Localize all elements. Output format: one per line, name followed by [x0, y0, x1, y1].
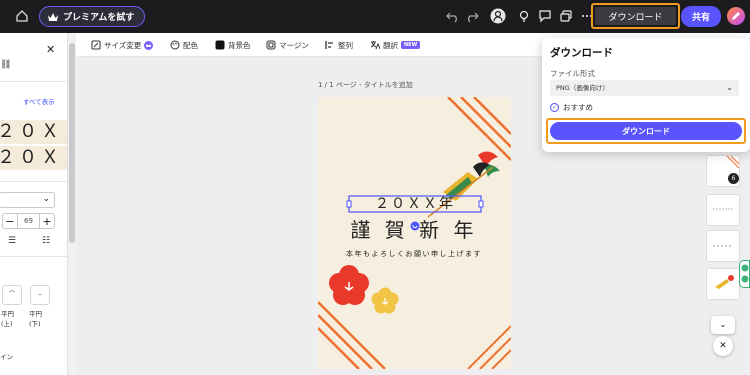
page-thumbnail[interactable]: 6 [706, 155, 740, 187]
line-spacing-icon[interactable]: ☷ [42, 236, 50, 246]
file-format-label: ファイル形式 [550, 69, 595, 78]
copy-icon[interactable] [559, 9, 573, 23]
download-button-highlight: ダウンロード [546, 118, 746, 144]
undo-icon[interactable] [446, 9, 460, 23]
arc-down-label: 平円(下) [29, 310, 42, 328]
resize-label: サイズ変更 [104, 40, 142, 50]
arc-up-label: 平円(上) [1, 310, 14, 328]
top-stripes [447, 97, 511, 161]
link-icon[interactable]: ⛓ [0, 60, 11, 70]
close-icon: ✕ [719, 341, 727, 351]
download-top-label: ダウンロード [608, 12, 663, 23]
panel-divider [0, 256, 67, 257]
margin-label: マージン [279, 40, 309, 50]
resize-icon [91, 40, 101, 50]
check-circle-icon: ✓ [550, 103, 559, 112]
bottom-right-stripes [467, 325, 511, 369]
recommended-label: おすすめ [563, 103, 593, 112]
download-button[interactable]: ダウンロード [550, 122, 742, 140]
font-size-value[interactable]: 69 [17, 214, 40, 228]
page-thumbnail[interactable] [706, 194, 740, 226]
arc-up-option[interactable]: ⌒ [2, 285, 22, 305]
recommended-note: ✓ おすすめ [550, 102, 593, 113]
redo-icon[interactable] [465, 9, 479, 23]
year-text[interactable]: ２０ＸＸ年 [349, 195, 481, 213]
download-top-highlight: ダウンロード [591, 3, 680, 29]
download-top-button[interactable]: ダウンロード [595, 7, 676, 25]
background-swatch-icon [215, 40, 225, 50]
font-select[interactable]: ⌄ [0, 192, 55, 208]
align-label: 整列 [338, 40, 353, 50]
left-panel-scrollthumb[interactable] [69, 43, 75, 243]
background-color-tool[interactable]: 背景色 [215, 38, 251, 52]
margin-icon [266, 40, 276, 50]
margin-tool[interactable]: マージン [266, 38, 309, 52]
palette-icon [170, 40, 180, 50]
font-sample[interactable]: ２０ＸＸ [0, 146, 67, 170]
line-label: イン [0, 353, 13, 361]
side-tab[interactable] [739, 260, 750, 288]
premium-trial-label: プレミアムを試す [63, 13, 135, 23]
avatar[interactable] [727, 7, 745, 25]
translate-tool[interactable]: 翻訳 NEW [370, 38, 421, 52]
file-format-select[interactable]: PNG（画像向け） ⌄ [550, 80, 739, 96]
see-all-link[interactable]: すべて表示 [23, 96, 55, 106]
close-icon[interactable]: ✕ [46, 43, 55, 56]
app-root: プレミアムを試す ダウンロード 共有 ✕ ⛓ すべて表示 ２０ＸＸ ２０ＸＸ ⌄ [0, 0, 750, 375]
user-icon[interactable] [490, 8, 506, 24]
align-tool[interactable]: 整列 [325, 38, 353, 52]
new-badge: NEW [401, 41, 421, 49]
panel-divider [0, 81, 67, 82]
color-scheme-label: 配色 [183, 40, 198, 50]
page-thumbnail[interactable] [706, 230, 740, 262]
side-tab-icons [741, 264, 749, 283]
premium-trial-button[interactable]: プレミアムを試す [39, 6, 146, 27]
home-icon[interactable] [15, 9, 29, 23]
chevron-down-icon: ⌄ [719, 320, 727, 329]
top-bar: プレミアムを試す ダウンロード 共有 [0, 0, 750, 33]
design-page[interactable]: ２０ＸＸ年 謹 賀 新 年 本年もよろしくお願い申し上げます [318, 97, 511, 369]
arc-down-option[interactable]: ⌣ [30, 285, 50, 305]
crown-icon [48, 12, 58, 21]
color-scheme-tool[interactable]: 配色 [170, 38, 198, 52]
comment-icon[interactable] [538, 9, 552, 23]
font-sample[interactable]: ２０ＸＸ [0, 120, 67, 144]
left-panel: ✕ ⛓ すべて表示 ２０ＸＸ ２０ＸＸ ⌄ − 69 + ☰ ☷ ⌒ ⌣ 平円(… [0, 33, 68, 375]
download-button-label: ダウンロード [622, 126, 670, 136]
file-format-value: PNG（画像向け） [556, 84, 609, 92]
chevron-down-icon: ⌄ [726, 83, 733, 92]
bottom-stripes [318, 301, 386, 369]
panel-divider [0, 181, 67, 182]
list-icon[interactable]: ☰ [8, 236, 16, 246]
thumbnail-preview [713, 245, 733, 247]
download-popup: ダウンロード ファイル形式 PNG（画像向け） ⌄ ✓ おすすめ ダウンロード [542, 38, 750, 152]
translate-label: 翻訳 [383, 40, 398, 50]
share-label: 共有 [691, 13, 710, 23]
thumbnail-preview [715, 275, 734, 289]
decrease-button[interactable]: − [3, 215, 17, 228]
thumbnail-preview [713, 208, 733, 210]
bulb-icon[interactable] [517, 9, 531, 23]
chevron-down-icon: ⌄ [42, 194, 50, 204]
resize-tool[interactable]: サイズ変更 [91, 38, 154, 52]
greeting-text[interactable]: 謹 賀 新 年 [334, 217, 494, 243]
popup-title: ダウンロード [550, 47, 613, 59]
translate-icon [370, 41, 380, 50]
page-count-badge: 6 [728, 173, 739, 184]
pencil-icon [732, 12, 740, 20]
message-text[interactable]: 本年もよろしくお願い申し上げます [334, 249, 494, 259]
collapse-thumbnails-button[interactable]: ⌄ [711, 316, 735, 334]
page-thumbnail[interactable] [706, 268, 740, 300]
increase-button[interactable]: + [40, 215, 54, 228]
page-label[interactable]: 1 / 1 ページ - タイトルを追加 [318, 80, 413, 90]
share-button[interactable]: 共有 [681, 6, 721, 27]
background-color-label: 背景色 [228, 40, 251, 50]
align-icon [325, 41, 333, 49]
close-thumbnails-button[interactable]: ✕ [713, 336, 733, 356]
crown-badge-icon [144, 40, 154, 50]
font-size-stepper[interactable]: − 69 + [2, 213, 55, 229]
